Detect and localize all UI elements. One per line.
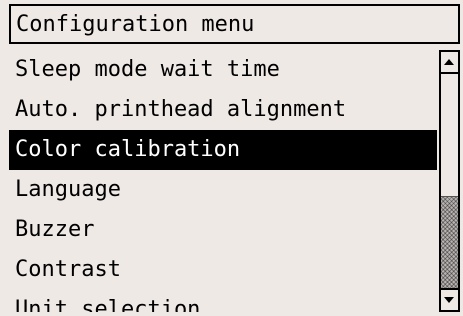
scrollbar-thumb[interactable] bbox=[441, 196, 458, 289]
vertical-scrollbar[interactable] bbox=[439, 50, 460, 312]
menu-title-bar: Configuration menu bbox=[9, 4, 460, 44]
menu-item-label: Contrast bbox=[15, 257, 121, 282]
menu-item-label: Buzzer bbox=[15, 217, 95, 242]
menu-item-unit-selection[interactable]: Unit selection bbox=[9, 290, 437, 312]
scrollbar-track[interactable] bbox=[441, 74, 458, 289]
menu-item-label: Color calibration bbox=[15, 137, 241, 162]
lcd-screen: Configuration menu Sleep mode wait time … bbox=[0, 0, 463, 316]
menu-item-color-calibration[interactable]: Color calibration bbox=[9, 130, 437, 170]
arrow-down-icon bbox=[444, 297, 454, 303]
menu-item-language[interactable]: Language bbox=[9, 170, 437, 210]
arrow-up-icon bbox=[444, 59, 454, 65]
scroll-down-button[interactable] bbox=[441, 288, 458, 310]
menu-item-contrast[interactable]: Contrast bbox=[9, 250, 437, 290]
menu-list: Sleep mode wait time Auto. printhead ali… bbox=[9, 50, 437, 312]
menu-title: Configuration menu bbox=[16, 12, 255, 37]
menu-item-buzzer[interactable]: Buzzer bbox=[9, 210, 437, 250]
menu-item-label: Sleep mode wait time bbox=[15, 57, 280, 82]
menu-item-label: Auto. printhead alignment bbox=[15, 97, 347, 122]
scroll-up-button[interactable] bbox=[441, 52, 458, 74]
menu-item-label: Language bbox=[15, 177, 121, 202]
menu-item-auto-printhead-alignment[interactable]: Auto. printhead alignment bbox=[9, 90, 437, 130]
menu-item-sleep-mode-wait-time[interactable]: Sleep mode wait time bbox=[9, 50, 437, 90]
menu-item-label: Unit selection bbox=[15, 297, 201, 312]
